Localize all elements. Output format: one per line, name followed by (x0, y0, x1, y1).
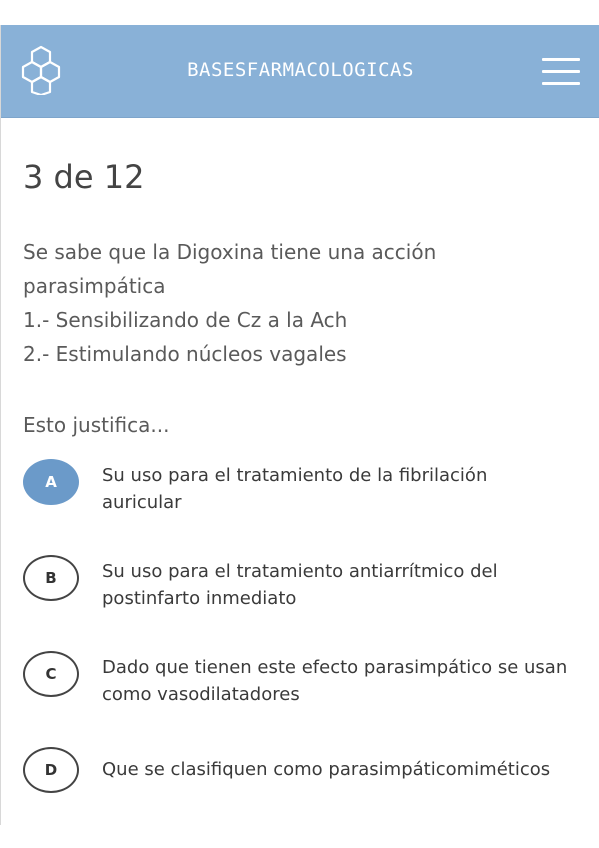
question-prompt: Esto justifica... (23, 413, 170, 437)
option-text-d[interactable]: Que se clasifiquen como parasimpáticomim… (102, 756, 572, 783)
top-bar: BASESFARMACOLOGICAS (1, 25, 599, 118)
option-text-a[interactable]: Su uso para el tratamiento de la fibrila… (102, 462, 572, 516)
brand-title: BASESFARMACOLOGICAS (187, 59, 414, 81)
question-line: 2.- Estimulando núcleos vagales (23, 342, 347, 366)
option-letter-d[interactable]: D (23, 747, 79, 793)
option-text-b[interactable]: Su uso para el tratamiento antiarrítmico… (102, 558, 572, 612)
app-frame: BASESFARMACOLOGICAS 3 de 12 Se sabe que … (0, 25, 599, 825)
question-line: 1.- Sensibilizando de Cz a la Ach (23, 308, 348, 332)
question-counter: 3 de 12 (23, 158, 145, 196)
option-letter-a[interactable]: A (23, 459, 79, 505)
question-text: Se sabe que la Digoxina tiene una acción… (23, 235, 563, 371)
option-letter-b[interactable]: B (23, 555, 79, 601)
option-letter-c[interactable]: C (23, 651, 79, 697)
question-line: parasimpática (23, 274, 166, 298)
option-text-c[interactable]: Dado que tienen este efecto parasimpátic… (102, 654, 572, 708)
question-line: Se sabe que la Digoxina tiene una acción (23, 240, 437, 264)
hamburger-menu-icon[interactable] (542, 58, 580, 86)
